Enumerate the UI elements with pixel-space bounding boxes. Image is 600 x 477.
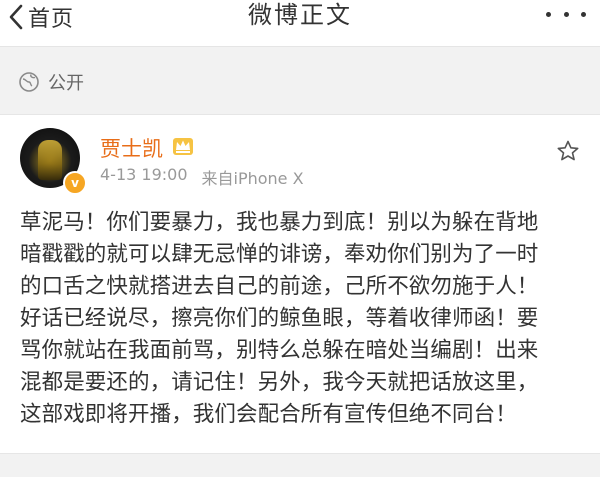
weibo-post-page: 首页 微博正文 公开 v 贾士凯 4-13 19:00 来自iPhone X 草… [0,0,600,477]
verified-badge: v [63,171,87,195]
more-dot [581,11,586,17]
more-button[interactable] [546,0,586,28]
post-body-text: 草泥马！你们要暴力，我也暴力到底！别以为躲在背地 暗戳戳的就可以肆无忌惮的诽谤，… [20,210,539,427]
visibility-label: 公开 [48,73,84,94]
page-title: 微博正文 [248,1,352,29]
more-dot [546,11,551,17]
post-meta: 4-13 19:00 来自iPhone X [100,165,304,189]
avatar-figure [38,140,62,180]
post-date: 4-13 19:00 [100,165,188,184]
more-dot [563,11,569,17]
crown-badge-icon[interactable] [172,135,194,157]
post-source: 来自iPhone X [201,169,304,188]
globe-icon [19,72,39,92]
top-navbar: 首页 微博正文 [0,0,600,47]
author-name[interactable]: 贾士凯 [100,133,163,163]
post-card: v 贾士凯 4-13 19:00 来自iPhone X 草泥马！你们要暴力，我也… [0,114,600,454]
star-outline-icon[interactable] [556,139,580,163]
visibility-row: 公开 [0,60,600,104]
